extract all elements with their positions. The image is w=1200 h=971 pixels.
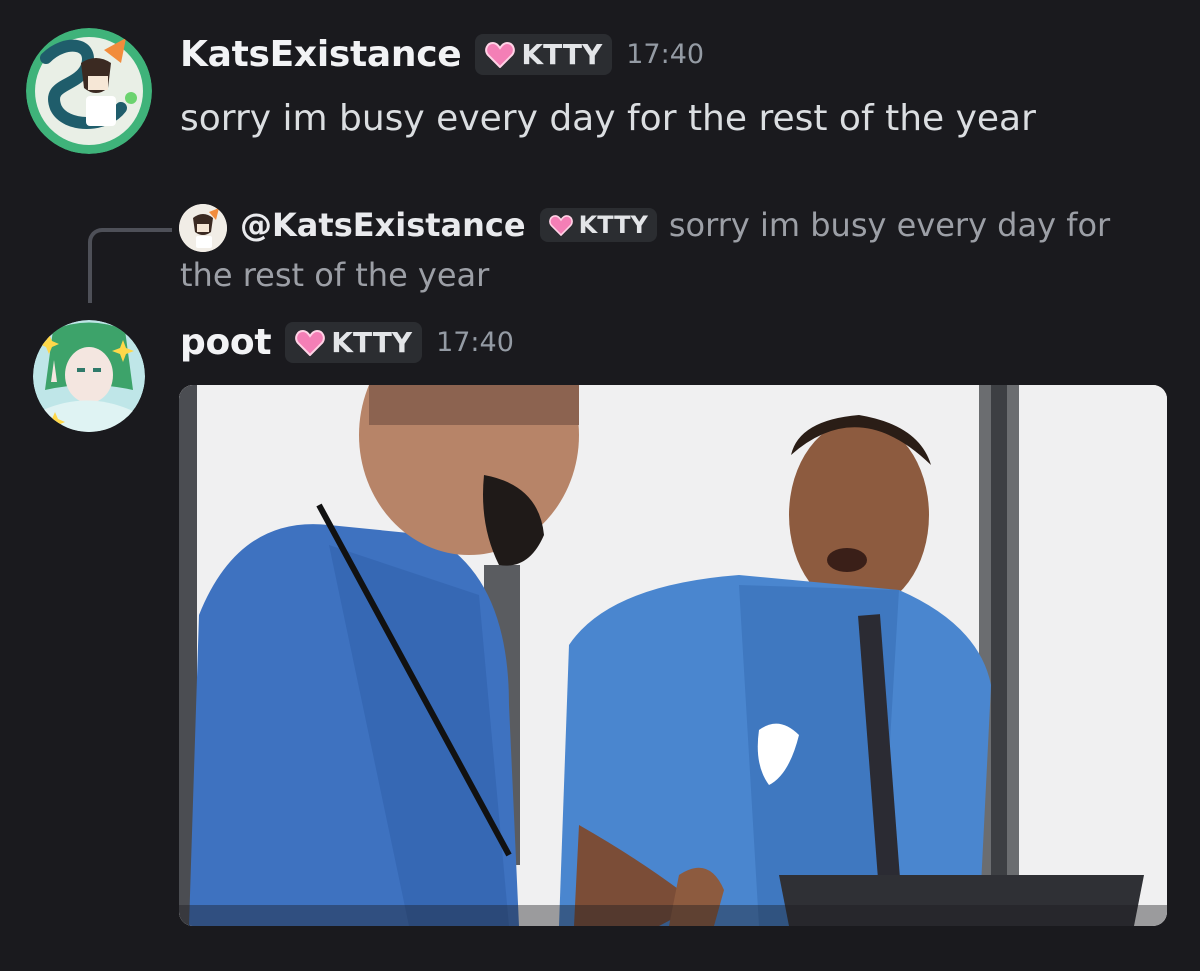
message-header: poot KTTY 17:40 [180,322,514,363]
reply-text-line2: the rest of the year [180,256,490,294]
message-1: KatsExistance KTTY 17:40 sorry im busy e… [0,0,1200,180]
message-header: KatsExistance KTTY 17:40 [180,34,704,75]
pink-heart-icon [295,329,326,356]
reply-guild-tag-label: KTTY [578,211,648,239]
reply-username[interactable]: @KatsExistance [240,206,526,244]
username[interactable]: KatsExistance [180,34,462,75]
guild-tag-label: KTTY [521,38,603,71]
user-avatar-poot[interactable] [33,320,145,432]
gif-attachment[interactable] [179,385,1167,926]
username[interactable]: poot [180,322,272,363]
reply-preview[interactable]: @KatsExistance KTTY sorry im busy every … [240,206,1110,244]
reply-avatar[interactable] [179,204,227,252]
guild-tag[interactable]: KTTY [475,34,613,75]
reply-text-line1: sorry im busy every day for [668,206,1111,244]
pink-heart-icon [485,41,516,68]
user-avatar-katsexistance[interactable] [26,28,152,154]
guild-tag[interactable]: KTTY [285,322,423,363]
guild-tag-label: KTTY [331,326,413,359]
pink-heart-icon [548,214,573,236]
timestamp: 17:40 [626,39,705,70]
reply-guild-tag[interactable]: KTTY [539,208,657,242]
timestamp: 17:40 [436,327,514,358]
reply-connector [88,228,172,303]
gif-image [179,385,1167,926]
message-text: sorry im busy every day for the rest of … [180,98,1036,139]
